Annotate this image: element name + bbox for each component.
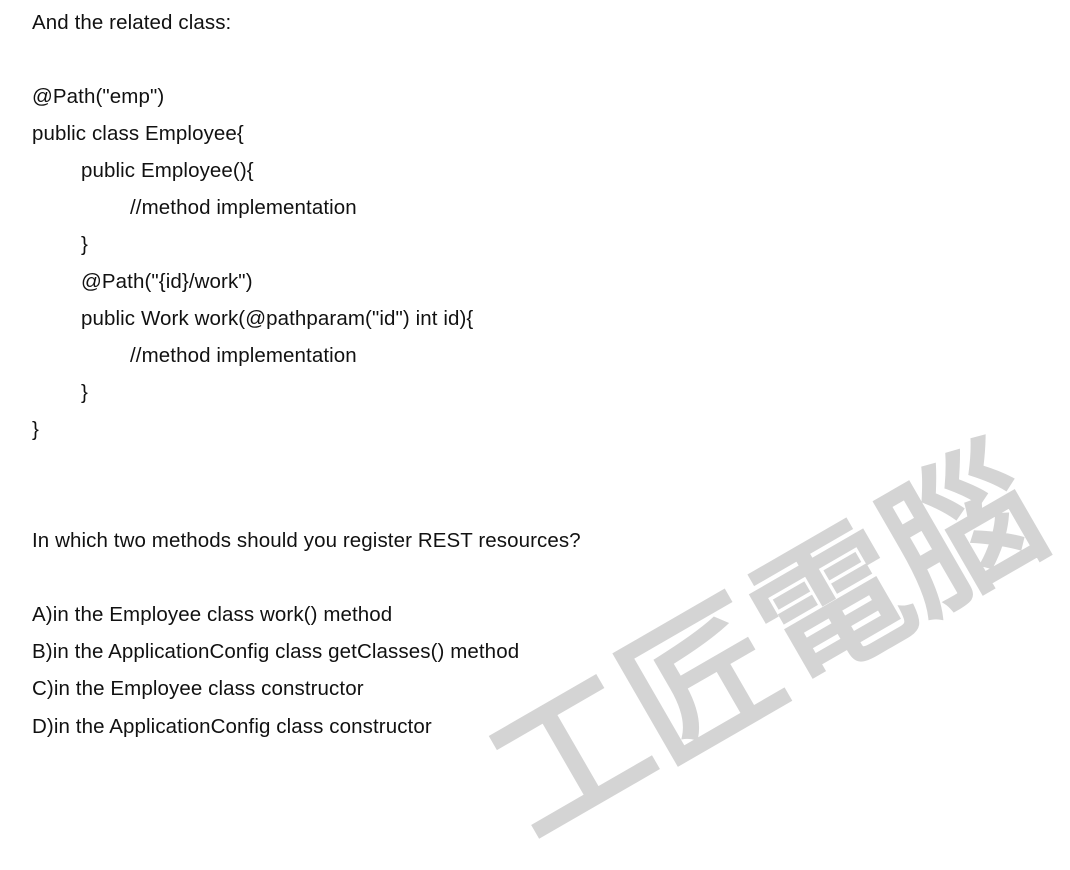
code-line-constructor-declaration: public Employee(){ — [81, 159, 254, 182]
code-line-method-close: } — [81, 381, 88, 404]
code-line-constructor-body: //method implementation — [130, 196, 357, 219]
code-line-class-close: } — [32, 418, 39, 441]
option-b: B)in the ApplicationConfig class getClas… — [32, 640, 520, 663]
watermark-text: 工匠電腦 — [464, 419, 1070, 870]
code-line-method-body: //method implementation — [130, 344, 357, 367]
option-d: D)in the ApplicationConfig class constru… — [32, 715, 432, 738]
code-line-method-declaration: public Work work(@pathparam("id") int id… — [81, 307, 474, 330]
code-line-class-declaration: public class Employee{ — [32, 122, 244, 145]
option-c: C)in the Employee class constructor — [32, 677, 364, 700]
code-line-constructor-close: } — [81, 233, 88, 256]
code-line-method-annotation: @Path("{id}/work") — [81, 270, 253, 293]
question-text: In which two methods should you register… — [32, 529, 581, 552]
option-a: A)in the Employee class work() method — [32, 603, 393, 626]
code-line-class-annotation: @Path("emp") — [32, 85, 165, 108]
intro-text: And the related class: — [32, 11, 232, 34]
